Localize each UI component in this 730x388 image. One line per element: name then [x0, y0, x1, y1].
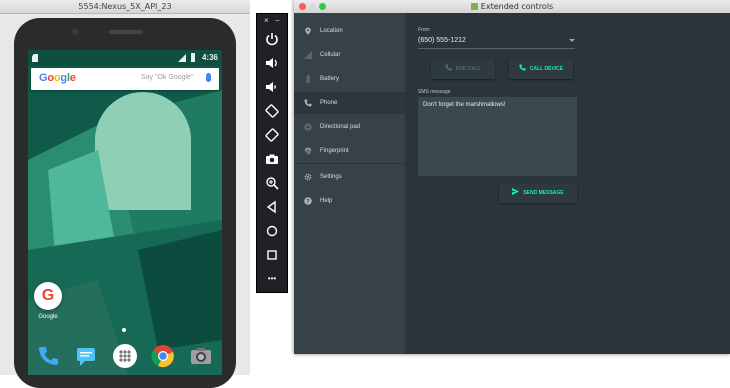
overview-icon — [267, 250, 277, 260]
extended-controls-titlebar: Extended controls — [294, 0, 730, 14]
rotate-right-button[interactable] — [260, 126, 284, 146]
nav-label-settings: Settings — [320, 174, 342, 180]
back-button[interactable] — [260, 198, 284, 218]
power-button[interactable] — [260, 30, 284, 50]
rotate-left-button[interactable] — [260, 102, 284, 122]
home-icon — [266, 225, 278, 237]
nav-item-location[interactable]: Location — [294, 20, 405, 42]
phone-icon — [304, 99, 312, 107]
google-logo: Google — [39, 72, 76, 84]
wallpaper — [28, 50, 222, 375]
extended-controls-window: Extended controls Location Cellular Batt… — [294, 0, 730, 354]
messages-app-icon[interactable] — [74, 344, 98, 368]
android-icon — [470, 3, 478, 10]
from-number-select[interactable]: (650) 555-1212 — [418, 37, 575, 49]
volume-up-icon — [266, 58, 277, 68]
phone-app-icon[interactable] — [36, 344, 60, 368]
phone-panel: From (650) 555-1212 END CALL CALL DEVICE… — [405, 13, 730, 354]
back-icon — [266, 200, 276, 214]
zoom-button[interactable] — [260, 174, 284, 194]
nav-item-settings[interactable]: Settings — [294, 166, 405, 188]
dock — [28, 339, 222, 375]
svg-text:?: ? — [306, 199, 309, 205]
settings-icon — [304, 173, 312, 181]
help-icon: ? — [304, 197, 312, 205]
volume-down-button[interactable] — [260, 78, 284, 98]
nav-item-fingerprint[interactable]: Fingerprint — [294, 140, 405, 162]
nav-label-cellular: Cellular — [320, 52, 341, 58]
google-app-icon[interactable]: G — [34, 282, 62, 310]
zoom-icon — [266, 177, 279, 190]
extended-controls-nav: Location Cellular Battery Phone Directio… — [294, 13, 405, 354]
signal-icon — [178, 54, 186, 62]
screenshot-button[interactable] — [260, 150, 284, 170]
front-camera — [72, 28, 79, 35]
fingerprint-icon — [304, 147, 312, 155]
google-search-bar[interactable]: Google Say "Ok Google" — [31, 68, 219, 90]
status-bar: 4:36 — [28, 50, 222, 66]
end-call-label: END CALL — [455, 66, 482, 72]
window-title: Extended controls — [480, 2, 554, 11]
search-hint: Say "Ok Google" — [141, 74, 194, 81]
call-device-button[interactable]: CALL DEVICE — [509, 59, 573, 79]
from-number-value: (650) 555-1212 — [418, 37, 466, 44]
send-message-label: SEND MESSAGE — [523, 190, 564, 196]
nav-item-help[interactable]: ? Help — [294, 190, 405, 212]
minimize-toolbar-button[interactable]: − — [275, 16, 280, 25]
nav-item-phone[interactable]: Phone — [294, 92, 405, 114]
rotate-right-icon — [265, 128, 279, 142]
overview-button[interactable] — [260, 246, 284, 266]
speaker-grille — [109, 30, 143, 34]
nav-label-phone: Phone — [320, 100, 338, 106]
nav-label-fingerprint: Fingerprint — [320, 148, 349, 154]
chevron-down-icon — [569, 39, 575, 42]
nav-label-location: Location — [320, 28, 343, 34]
emulator-title: 5554:Nexus_5X_API_23 — [0, 0, 250, 14]
rotate-left-icon — [265, 104, 279, 118]
microphone-icon[interactable] — [206, 73, 211, 82]
google-app-label: Google — [38, 314, 58, 320]
battery-status-icon — [191, 53, 195, 62]
home-button[interactable] — [260, 222, 284, 242]
more-icon[interactable]: ••• — [260, 270, 284, 290]
battery-icon — [306, 75, 310, 83]
status-time: 4:36 — [201, 53, 218, 62]
volume-down-icon — [266, 82, 276, 92]
send-icon — [512, 188, 520, 195]
sms-message-text: Don't forget the marshmallows! — [423, 102, 506, 108]
nav-item-battery[interactable]: Battery — [294, 68, 405, 90]
close-toolbar-button[interactable]: × — [264, 16, 269, 25]
end-call-button[interactable]: END CALL — [431, 59, 495, 79]
nav-item-cellular[interactable]: Cellular — [294, 44, 405, 66]
page-indicator — [122, 328, 126, 332]
from-label: From — [418, 27, 430, 33]
sd-card-icon — [32, 54, 38, 62]
app-drawer-icon[interactable] — [113, 344, 137, 368]
emulator-side-toolbar: × − ••• — [256, 13, 288, 293]
end-call-icon — [445, 64, 452, 71]
sms-label: SMS message — [418, 89, 451, 95]
device-screen[interactable]: 4:36 Google Say "Ok Google" G Google — [28, 50, 222, 375]
nav-label-help: Help — [320, 198, 333, 204]
sms-message-input[interactable]: Don't forget the marshmallows! — [418, 97, 577, 176]
send-message-button[interactable]: SEND MESSAGE — [499, 183, 577, 203]
emulator-window: 5554:Nexus_5X_API_23 4:36 Google Say "Ok… — [0, 0, 250, 388]
dpad-icon — [304, 123, 312, 131]
volume-up-button[interactable] — [260, 54, 284, 74]
camera-app-icon[interactable] — [189, 344, 213, 368]
chrome-app-icon[interactable] — [151, 344, 175, 368]
nav-item-directional-pad[interactable]: Directional pad — [294, 116, 405, 138]
cellular-icon — [304, 51, 312, 59]
camera-icon — [266, 154, 278, 164]
call-icon — [519, 64, 526, 71]
call-device-label: CALL DEVICE — [529, 66, 564, 72]
nav-label-battery: Battery — [320, 76, 340, 82]
nav-divider — [294, 163, 405, 164]
power-icon — [266, 33, 278, 46]
location-icon — [305, 27, 311, 35]
nav-label-directional-pad: Directional pad — [320, 124, 361, 130]
